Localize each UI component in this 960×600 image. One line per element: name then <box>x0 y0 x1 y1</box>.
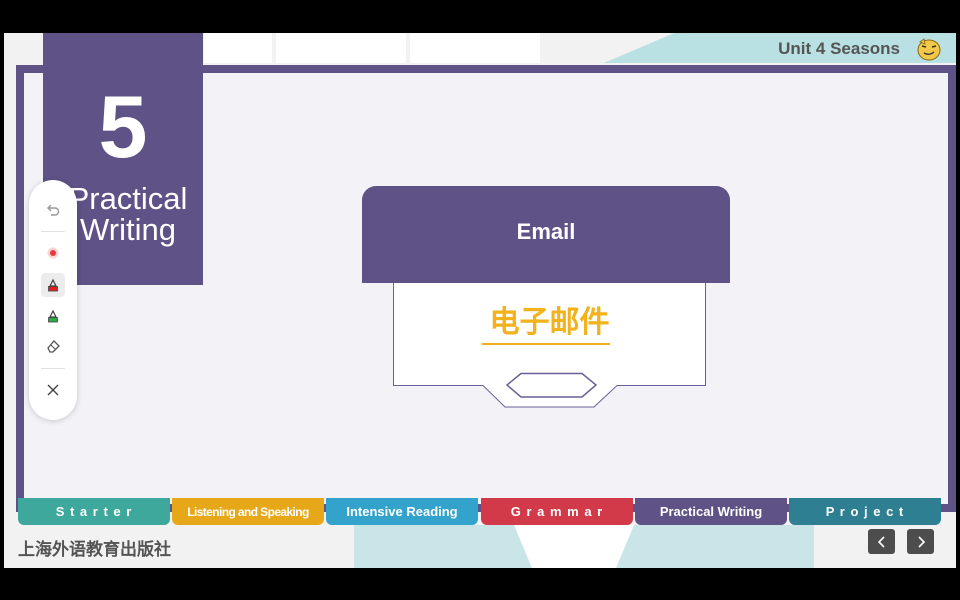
toolbar-divider <box>41 231 65 232</box>
card-body: 电子邮件 <box>393 283 706 408</box>
card-outline <box>393 283 706 408</box>
tab-starter[interactable]: S t a r t e r <box>18 498 170 525</box>
unit-title: Unit 4 Seasons <box>778 39 900 58</box>
undo-icon[interactable] <box>41 198 65 222</box>
publisher-name: 上海外语教育出版社 <box>18 540 171 559</box>
tab-listening-and-speaking[interactable]: Listening and Speaking <box>172 498 324 525</box>
chevron-left-icon <box>877 535 885 548</box>
tab-practical-writing[interactable]: Practical Writing <box>635 498 787 525</box>
previous-button[interactable] <box>868 529 895 554</box>
bg-tile <box>276 33 406 63</box>
card-header[interactable]: Email <box>362 186 730 283</box>
tab-intensive-reading[interactable]: Intensive Reading <box>326 498 478 525</box>
bg-tile <box>204 33 272 63</box>
tab-grammar[interactable]: G r a m m a r <box>481 498 633 525</box>
laser-pointer-icon[interactable] <box>41 241 65 265</box>
toolbar-divider <box>41 368 65 369</box>
next-button[interactable] <box>907 529 934 554</box>
card-title: Email <box>516 219 576 244</box>
tab-project[interactable]: P r o j e c t <box>789 498 941 525</box>
annotation-toolbar <box>29 180 77 420</box>
bg-tile <box>514 525 634 568</box>
eraser-icon[interactable] <box>41 334 65 358</box>
card-subtitle-underline <box>482 343 610 345</box>
red-pen-icon[interactable] <box>41 273 65 297</box>
presentation-screen: Unit 4 Seasons 5 Practical Writing Email… <box>4 33 956 568</box>
green-highlighter-icon[interactable] <box>41 304 65 328</box>
close-icon[interactable] <box>41 378 65 402</box>
mascot-face-icon <box>916 37 942 61</box>
section-number: 5 <box>98 77 148 176</box>
card-subtitle: 电子邮件 <box>489 306 610 339</box>
chevron-right-icon <box>917 535 925 548</box>
bg-tile <box>410 33 540 63</box>
